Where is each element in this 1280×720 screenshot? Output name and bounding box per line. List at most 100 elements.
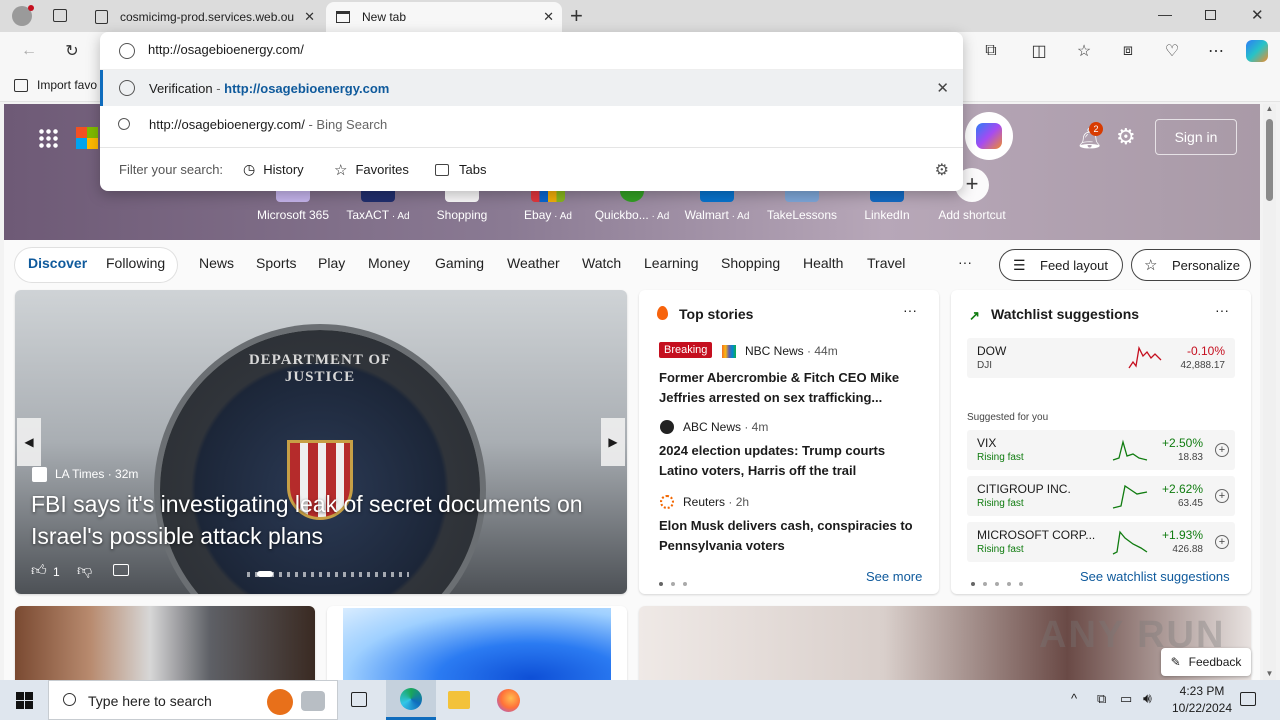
stock-row-citigroup[interactable]: CITIGROUP INC. Rising fast +2.62% 63.45 …	[967, 476, 1235, 516]
task-view-icon[interactable]	[351, 692, 367, 707]
taskbar-search-box[interactable]: Type here to search	[48, 680, 338, 720]
story-title[interactable]: Former Abercrombie & Fitch CEO Mike Jeff…	[659, 368, 925, 408]
nav-news[interactable]: News	[199, 255, 234, 271]
add-to-watchlist-button[interactable]: +	[1215, 489, 1229, 503]
nbc-logo	[722, 345, 736, 358]
sign-in-button[interactable]: Sign in	[1155, 119, 1237, 155]
stock-name: MICROSOFT CORP...	[977, 528, 1096, 542]
comment-icon[interactable]	[113, 564, 129, 576]
more-menu-icon[interactable]: ⋯	[1205, 40, 1227, 62]
nav-watch[interactable]: Watch	[582, 255, 621, 271]
tab-cosmicimg[interactable]: cosmicimg-prod.services.web.ou ✕	[85, 2, 323, 32]
stock-row-microsoft[interactable]: MICROSOFT CORP... Rising fast +1.93% 426…	[967, 522, 1235, 562]
page-scrollbar[interactable]: ▲ ▼	[1263, 104, 1276, 680]
show-hidden-icons-chevron-icon[interactable]: ^	[1071, 691, 1077, 706]
scroll-up-arrow-icon[interactable]: ▲	[1263, 104, 1276, 113]
nav-health[interactable]: Health	[803, 255, 843, 271]
carousel-prev-button[interactable]: ◀	[17, 418, 41, 466]
tab-following[interactable]: Following	[106, 255, 165, 271]
stock-row-dow[interactable]: DOW DJI -0.10% 42,888.17	[967, 338, 1235, 378]
news-photo-card[interactable]: ANY RUN ✎ Feedback	[639, 606, 1251, 680]
new-tab-button[interactable]: +	[570, 3, 583, 29]
scroll-down-arrow-icon[interactable]: ▼	[1263, 669, 1276, 678]
address-input[interactable]	[148, 42, 848, 57]
suggestion-title: Verification	[149, 80, 213, 96]
personalize-button[interactable]: ☆ Personalize	[1131, 249, 1251, 281]
tab-new-tab[interactable]: New tab ✕	[326, 2, 562, 32]
notifications-icon[interactable]	[1240, 692, 1256, 706]
import-favorites-button[interactable]: Import favo	[14, 78, 97, 92]
nav-play[interactable]: Play	[318, 255, 345, 271]
close-tab-icon[interactable]: ✕	[543, 9, 554, 25]
filter-favorites[interactable]: ☆ Favorites	[334, 161, 409, 179]
feed-layout-button[interactable]: ☰ Feed layout	[999, 249, 1123, 281]
scroll-thumb[interactable]	[1266, 119, 1273, 201]
dislike-icon[interactable]: 👎︎	[77, 562, 92, 580]
settings-gear-icon[interactable]: ⚙	[935, 160, 949, 180]
tab-discover[interactable]: Discover	[28, 255, 87, 271]
story-title[interactable]: Elon Musk delivers cash, conspiracies to…	[659, 516, 925, 556]
system-tray-icon[interactable]: ⧉	[1097, 691, 1106, 707]
see-more-link[interactable]: See more	[866, 569, 922, 584]
restore-button[interactable]	[1205, 10, 1216, 20]
split-screen-icon[interactable]: ◫	[1028, 40, 1050, 62]
minimize-button[interactable]: —	[1158, 6, 1172, 22]
favorites-star-icon[interactable]: ☆	[1073, 40, 1095, 62]
pagination-dots	[971, 574, 1031, 589]
story-title[interactable]: 2024 election updates: Trump courts Lati…	[659, 441, 925, 481]
shortcut-label: TakeLessons	[766, 208, 838, 222]
see-watchlist-suggestions-link[interactable]: See watchlist suggestions	[1080, 569, 1230, 584]
hero-story-card[interactable]: DEPARTMENT OF JUSTICE ◀ ▶ LA Times · 32m…	[15, 290, 627, 594]
clock-date[interactable]: 10/22/2024	[1166, 701, 1238, 715]
nav-weather[interactable]: Weather	[507, 255, 560, 271]
close-window-button[interactable]: ✕	[1251, 6, 1264, 24]
nav-learning[interactable]: Learning	[644, 255, 699, 271]
settings-gear-icon[interactable]: ⚙	[1116, 124, 1136, 150]
card-more-icon[interactable]: ···	[903, 302, 917, 318]
nav-travel[interactable]: Travel	[867, 255, 905, 271]
add-to-watchlist-button[interactable]: +	[1215, 443, 1229, 457]
add-to-watchlist-button[interactable]: +	[1215, 535, 1229, 549]
shortcut-label: Microsoft 365	[256, 208, 330, 222]
tab-actions-icon[interactable]	[53, 9, 67, 22]
card-more-icon[interactable]: ···	[1215, 302, 1229, 318]
sports-photo-card[interactable]	[15, 606, 315, 680]
clock-time[interactable]: 4:23 PM	[1170, 684, 1234, 698]
suggestion-verification[interactable]: Verification - http://osagebioenergy.com…	[100, 70, 963, 106]
shortcut-label: Quickbo...	[594, 208, 649, 222]
nav-sports[interactable]: Sports	[256, 255, 296, 271]
app-launcher-icon[interactable]	[38, 128, 58, 148]
volume-icon[interactable]: 🔊︎	[1143, 690, 1152, 707]
like-icon[interactable]: 👍︎	[31, 562, 47, 580]
carousel-next-button[interactable]: ▶	[601, 418, 625, 466]
collections-icon[interactable]: ⧈	[1117, 40, 1139, 62]
globe-icon	[119, 80, 135, 96]
nav-money[interactable]: Money	[368, 255, 410, 271]
refresh-icon[interactable]: ↻	[61, 40, 83, 62]
extensions-icon[interactable]: ⧉	[980, 40, 1002, 62]
back-arrow-icon[interactable]: ←	[18, 40, 40, 62]
windows-photo-card[interactable]	[327, 606, 627, 680]
nav-shopping[interactable]: Shopping	[721, 255, 780, 271]
start-button[interactable]	[16, 692, 33, 709]
edge-taskbar-icon[interactable]	[386, 680, 436, 720]
file-explorer-icon[interactable]	[448, 691, 470, 709]
nav-more-icon[interactable]: ···	[958, 254, 972, 270]
performance-icon[interactable]: ♡	[1161, 40, 1183, 62]
close-tab-icon[interactable]: ✕	[304, 9, 315, 25]
network-icon[interactable]: ▭	[1120, 691, 1132, 707]
remove-suggestion-icon[interactable]: ✕	[936, 79, 949, 97]
filter-tabs-label: Tabs	[459, 162, 487, 177]
microsoft-logo[interactable]	[76, 127, 98, 149]
copilot-icon[interactable]	[965, 112, 1013, 160]
firefox-icon[interactable]	[497, 689, 520, 712]
filter-tabs[interactable]: Tabs	[435, 162, 486, 177]
vix-sparkline	[1112, 439, 1148, 461]
copilot-icon[interactable]	[1246, 40, 1268, 62]
hero-story-title[interactable]: FBI says it's investigating leak of secr…	[31, 488, 606, 552]
stock-row-vix[interactable]: VIX Rising fast +2.50% 18.83 +	[967, 430, 1235, 470]
feedback-button[interactable]: ✎ Feedback	[1161, 648, 1251, 676]
nav-gaming[interactable]: Gaming	[435, 255, 484, 271]
filter-history[interactable]: ◷ History	[243, 161, 304, 178]
suggestion-bing-search[interactable]: http://osagebioenergy.com/ - Bing Search	[100, 106, 963, 142]
